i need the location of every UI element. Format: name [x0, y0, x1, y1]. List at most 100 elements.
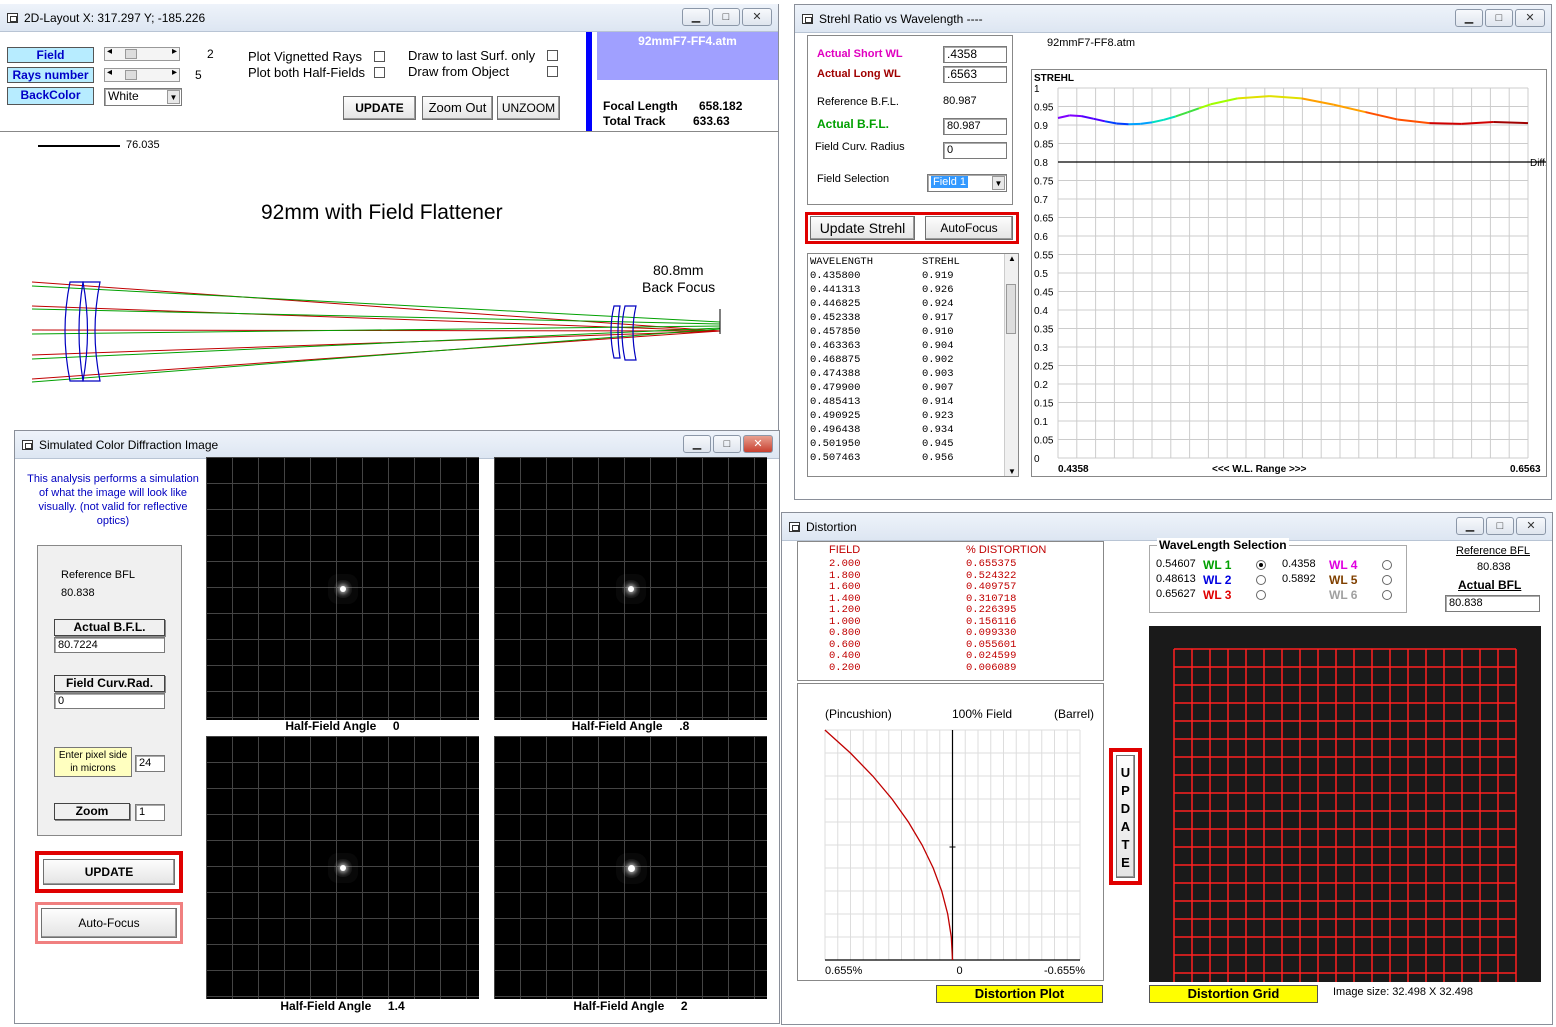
minimize-icon[interactable]: ▁: [1456, 517, 1484, 535]
layout-titlebar[interactable]: 2D-Layout X: 317.297 Y; -185.226 ▁ □ ✕: [0, 4, 778, 32]
unzoom-button[interactable]: UNZOOM: [497, 96, 560, 120]
minimize-icon[interactable]: ▁: [682, 8, 710, 26]
distortion-plot: (Pincushion) 100% Field (Barrel) 0.655% 0 -0.…: [797, 683, 1104, 981]
dist-xleft: 0.655%: [825, 965, 863, 977]
distortion-plot-svg: (Pincushion) 100% Field (Barrel) 0.655% 0 -0.…: [824, 707, 1094, 977]
dist-xmid: 0: [957, 965, 963, 977]
maximize-icon[interactable]: □: [1485, 9, 1513, 27]
maximize-icon[interactable]: □: [713, 435, 741, 453]
sim-titlebar[interactable]: Simulated Color Diffraction Image ▁ □ ✕: [15, 431, 779, 459]
strehl-ytick: 0.7: [1034, 195, 1048, 206]
caption-0: Half-Field Angle 0: [285, 719, 400, 733]
table-row-wavelength: 0.446825: [810, 298, 861, 310]
wl-radio[interactable]: [1382, 560, 1392, 570]
strehl-curve-segment: [1333, 103, 1366, 114]
wl-radio[interactable]: [1382, 575, 1392, 585]
pixel-input[interactable]: 24: [135, 755, 165, 772]
table-row-strehl: 0.903: [922, 368, 954, 380]
wl-value: 0.4358: [1282, 558, 1316, 570]
close-icon[interactable]: ✕: [743, 435, 773, 453]
table-row-strehl: 0.910: [922, 326, 954, 338]
dist-update-button[interactable]: UPDATE: [1116, 755, 1135, 878]
wl-value: 0.5892: [1282, 573, 1316, 585]
zoom-out-button[interactable]: Zoom Out: [422, 96, 493, 120]
short-wl-input[interactable]: .4358: [943, 46, 1007, 63]
plot-vignetted-checkbox[interactable]: [374, 51, 385, 62]
sim-act-bfl-input[interactable]: 80.7224: [54, 637, 165, 653]
rays-scrollbar[interactable]: ◂ ▸: [104, 67, 180, 82]
sim-autofocus-button[interactable]: Auto-Focus: [41, 908, 177, 938]
chevron-down-icon[interactable]: ▼: [167, 90, 180, 104]
strehl-table[interactable]: WAVELENGTH STREHL 0.435800 0.919 0.441313 0…: [807, 253, 1019, 477]
draw-last-checkbox[interactable]: [547, 50, 558, 61]
sim-ref-bfl-label: Reference BFL: [61, 569, 135, 581]
table-scrollbar[interactable]: ▲ ▼: [1004, 254, 1018, 476]
track-value: 633.63: [693, 114, 730, 128]
wl-radio[interactable]: [1382, 590, 1392, 600]
maximize-icon[interactable]: □: [712, 8, 740, 26]
backcolor-select[interactable]: White ▼: [104, 88, 182, 106]
distortion-window: Distortion ▁ □ ✕ FIELD % DISTORTION 2.000 0…: [781, 512, 1553, 1025]
table-row-distortion: 0.409757: [966, 581, 1017, 593]
dist-ref-bfl-label: Reference BFL: [1456, 545, 1530, 557]
long-wl-input[interactable]: .6563: [943, 66, 1007, 83]
update-letter: E: [1121, 855, 1130, 870]
plot-half-checkbox[interactable]: [374, 67, 385, 78]
strehl-ytick: 0: [1034, 454, 1040, 465]
update-letter: T: [1121, 837, 1130, 852]
autofocus-button[interactable]: AutoFocus: [925, 216, 1013, 240]
dist-act-bfl-input[interactable]: 80.838: [1445, 595, 1540, 612]
distortion-table: FIELD % DISTORTION 2.000 0.655375 1.800 0.5…: [797, 541, 1104, 681]
window-icon: [789, 522, 800, 532]
sim-title: Simulated Color Diffraction Image: [39, 438, 219, 452]
update-letter: A: [1120, 819, 1131, 834]
distortion-titlebar[interactable]: Distortion ▁ □ ✕: [782, 513, 1552, 541]
fcr-input[interactable]: 0: [943, 142, 1007, 159]
wl-radio[interactable]: [1256, 560, 1266, 570]
strehl-xmin: 0.4358: [1058, 464, 1089, 475]
plot-half-label: Plot both Half-Fields: [248, 65, 366, 80]
minimize-icon[interactable]: ▁: [683, 435, 711, 453]
layout-update-button[interactable]: UPDATE: [343, 96, 416, 120]
strehl-curve-segment: [1140, 121, 1153, 125]
caption-1: Half-Field Angle .8: [571, 719, 690, 733]
close-icon[interactable]: ✕: [742, 8, 772, 26]
field-scrollbar[interactable]: ◂ ▸: [104, 46, 180, 61]
sim-fcr-input[interactable]: 0: [54, 693, 165, 709]
strehl-curve-segment: [1493, 121, 1529, 125]
table-row-wavelength: 0.490925: [810, 410, 861, 422]
minimize-icon[interactable]: ▁: [1455, 9, 1483, 27]
field-selection-select[interactable]: Field 1 ▼: [927, 174, 1007, 192]
table-row-wavelength: 0.479900: [810, 382, 861, 394]
strehl-col-strehl: STREHL: [922, 256, 960, 268]
wl-radio[interactable]: [1256, 590, 1266, 600]
draw-object-checkbox[interactable]: [547, 66, 558, 77]
table-row-strehl: 0.902: [922, 354, 954, 366]
table-row-field: 0.400: [829, 650, 861, 662]
strehl-titlebar[interactable]: Strehl Ratio vs Wavelength ---- ▁ □ ✕: [795, 5, 1551, 33]
close-icon[interactable]: ✕: [1515, 9, 1545, 27]
strehl-curve-segment: [1069, 114, 1082, 118]
strehl-chart: STREHL 1 0.95 0.9 0.85 0.8 0.75 0.7 0.65 0.6 0.55 0…: [1031, 69, 1554, 477]
sim-update-button[interactable]: UPDATE: [43, 859, 175, 885]
chevron-down-icon[interactable]: ▼: [992, 176, 1005, 190]
update-strehl-button[interactable]: Update Strehl: [810, 216, 915, 240]
close-icon[interactable]: ✕: [1516, 517, 1546, 535]
table-row-wavelength: 0.507463: [810, 452, 861, 464]
maximize-icon[interactable]: □: [1486, 517, 1514, 535]
strehl-curve-segment: [1365, 111, 1398, 121]
table-row-distortion: 0.524322: [966, 569, 1017, 582]
wl-value: 0.48613: [1156, 573, 1196, 585]
diffraction-image-1: [494, 457, 767, 720]
diffraction-image-2: [206, 736, 479, 999]
caption-2: Half-Field Angle 1.4: [280, 999, 405, 1013]
wl-radio[interactable]: [1256, 575, 1266, 585]
strehl-ytick: 0.2: [1034, 380, 1048, 391]
strehl-curve-segment: [1175, 111, 1188, 118]
table-row-distortion: 0.226395: [966, 604, 1017, 616]
ray-trace-drawing: [31, 281, 721, 383]
distortion-grid-svg: [1173, 648, 1517, 992]
act-bfl-input[interactable]: 80.987: [943, 118, 1007, 135]
table-row-strehl: 0.956: [922, 452, 954, 464]
zoom-input[interactable]: 1: [135, 804, 165, 821]
